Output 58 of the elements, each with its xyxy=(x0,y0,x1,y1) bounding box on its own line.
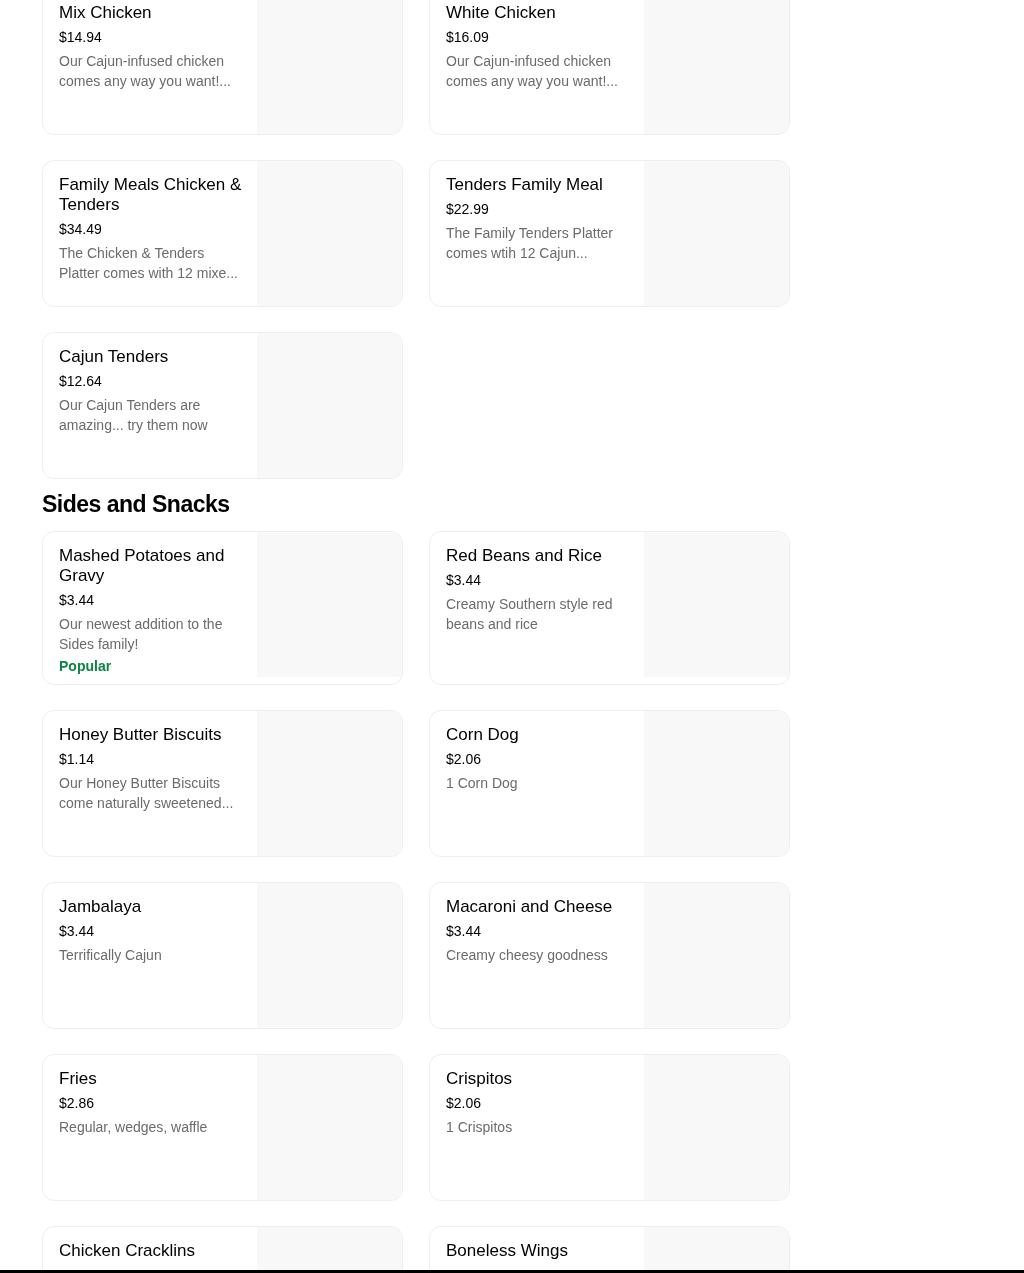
item-name: Chicken Cracklins xyxy=(59,1241,197,1261)
item-name: Crispitos xyxy=(446,1069,514,1089)
item-price: $16.09 xyxy=(446,28,490,46)
menu-item-card[interactable]: Red Beans and Rice $3.44 Creamy Southern style red beans and rice xyxy=(429,531,790,685)
menu-item-card[interactable]: Fries $2.86 Regular, wedges, waffle xyxy=(42,1054,403,1201)
item-description: Our Honey Butter Biscuits come naturally sweetened... xyxy=(59,774,235,813)
item-description: Creamy Southern style red beans and rice xyxy=(446,595,614,634)
menu-item-card[interactable]: Tenders Family Meal $22.99 The Family Tenders Platter comes wtih 12 Cajun... xyxy=(429,160,790,307)
item-description: 1 Crispitos xyxy=(446,1118,514,1137)
item-name: Jambalaya xyxy=(59,897,143,917)
section-heading: Sides and Snacks xyxy=(42,490,231,519)
item-price: $3.44 xyxy=(446,571,483,589)
item-description: Creamy cheesy goodness xyxy=(446,946,609,965)
item-name: Mashed Potatoes and Gravy xyxy=(59,546,226,586)
item-price: $1.14 xyxy=(59,750,96,768)
item-price: $12.64 xyxy=(59,372,103,390)
item-price: $2.86 xyxy=(59,1094,96,1112)
item-description: The Chicken & Tenders Platter comes with 12 mixe... xyxy=(59,244,239,283)
menu-item-card[interactable]: Macaroni and Cheese $3.44 Creamy cheesy goodness xyxy=(429,882,790,1029)
menu-item-card[interactable]: Family Meals Chicken & Tenders $34.49 The Chicken & Tenders Platter comes with 12 mixe... xyxy=(42,160,403,307)
item-description: Regular, wedges, waffle xyxy=(59,1118,209,1137)
item-price: $3.44 xyxy=(446,922,483,940)
item-name: Tenders Family Meal xyxy=(446,175,604,195)
item-name: Honey Butter Biscuits xyxy=(59,725,223,745)
item-price: $3.44 xyxy=(59,922,96,940)
item-price: $22.99 xyxy=(446,200,490,218)
item-name: Fries xyxy=(59,1069,98,1089)
item-description: The Family Tenders Platter comes wtih 12 Cajun... xyxy=(446,224,615,263)
menu-item-card[interactable]: Cajun Tenders $12.64 Our Cajun Tenders are amazing... try them now xyxy=(42,332,403,479)
popular-label: Popular xyxy=(59,657,113,676)
item-description: Our Cajun-infused chicken comes any way you want!... xyxy=(446,52,619,91)
menu-item-card[interactable]: Jambalaya $3.44 Terrifically Cajun xyxy=(42,882,403,1029)
item-name: Mix Chicken xyxy=(59,3,153,23)
item-price: $14.94 xyxy=(59,28,103,46)
menu-item-card[interactable]: Chicken Cracklins xyxy=(42,1226,403,1273)
item-name: Corn Dog xyxy=(446,725,520,745)
item-description: Our newest addition to the Sides family! xyxy=(59,615,224,654)
item-price: $2.06 xyxy=(446,1094,483,1112)
item-name: Red Beans and Rice xyxy=(446,546,603,566)
item-description: Our Cajun Tenders are amazing... try them now xyxy=(59,396,209,435)
item-name: Macaroni and Cheese xyxy=(446,897,614,917)
menu-item-card[interactable]: Crispitos $2.06 1 Crispitos xyxy=(429,1054,790,1201)
item-description: Terrifically Cajun xyxy=(59,946,163,965)
item-name: Family Meals Chicken & Tenders xyxy=(59,175,243,215)
item-name: White Chicken xyxy=(446,3,557,23)
item-name: Boneless Wings xyxy=(446,1241,569,1261)
menu-item-card[interactable]: White Chicken $16.09 Our Cajun-infused chicken comes any way you want!... xyxy=(429,0,790,135)
menu-item-card[interactable]: Boneless Wings xyxy=(429,1226,790,1273)
menu-item-card[interactable]: Corn Dog $2.06 1 Corn Dog xyxy=(429,710,790,857)
item-price: $3.44 xyxy=(59,591,96,609)
menu-item-card[interactable]: Honey Butter Biscuits $1.14 Our Honey Butter Biscuits come naturally sweetened... xyxy=(42,710,403,857)
item-price: $34.49 xyxy=(59,220,103,238)
menu-item-card[interactable]: Mashed Potatoes and Gravy $3.44 Our newest addition to the Sides family! Popular xyxy=(42,531,403,685)
item-price: $2.06 xyxy=(446,750,483,768)
menu-item-card[interactable]: Mix Chicken $14.94 Our Cajun-infused chicken comes any way you want!... xyxy=(42,0,403,135)
item-description: 1 Corn Dog xyxy=(446,774,519,793)
item-name: Cajun Tenders xyxy=(59,347,170,367)
item-description: Our Cajun-infused chicken comes any way you want!... xyxy=(59,52,232,91)
